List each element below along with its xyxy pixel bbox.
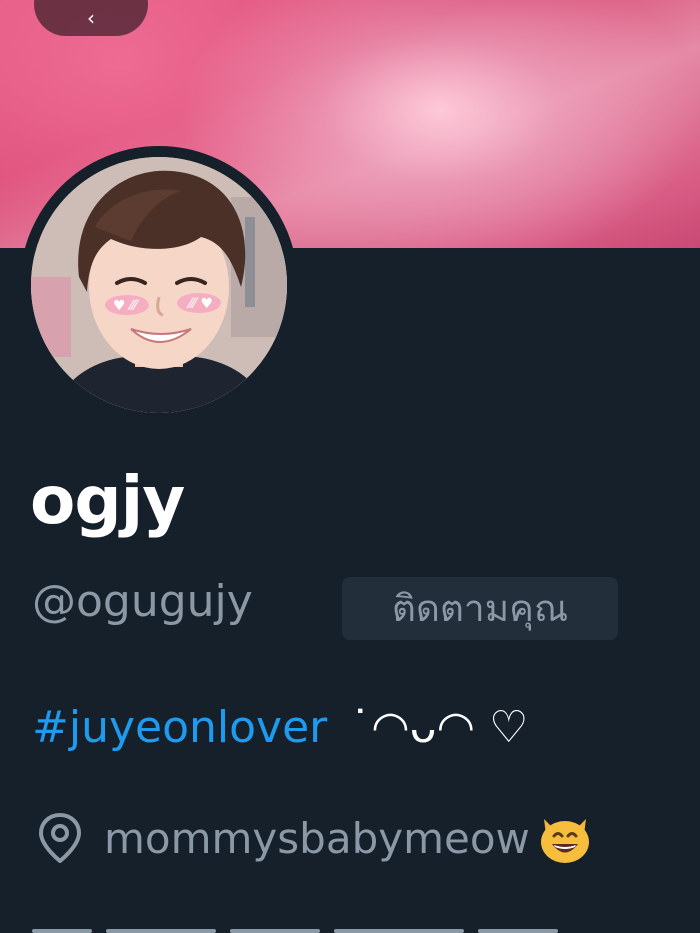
svg-text:♥ ⁄⁄⁄: ♥ ⁄⁄⁄ [113, 298, 140, 314]
location-text: mommysbabymeow [104, 813, 530, 863]
profile-bio: #juyeonlover ˙◠ᴗ◠ ♡ [32, 706, 528, 750]
username-handle: @ogugujy [32, 576, 253, 627]
svg-text:⁄⁄⁄ ♥: ⁄⁄⁄ ♥ [186, 296, 213, 312]
avatar[interactable]: ♥ ⁄⁄⁄ ⁄⁄⁄ ♥ [20, 146, 298, 424]
truncated-next-line [32, 918, 632, 933]
profile-location: mommysbabymeow [32, 808, 594, 868]
grinning-cat-icon [536, 809, 594, 867]
display-name: ogjy [30, 462, 185, 539]
avatar-photo: ♥ ⁄⁄⁄ ⁄⁄⁄ ♥ [31, 157, 287, 413]
back-button[interactable]: ‹ [34, 0, 148, 36]
location-pin-icon [32, 810, 88, 866]
bio-hashtag-link[interactable]: #juyeonlover [32, 702, 327, 753]
back-arrow-icon: ‹ [87, 6, 95, 30]
follows-you-badge: ติดตามคุณ [342, 577, 618, 640]
bio-kaomoji: ˙◠ᴗ◠ ♡ [349, 702, 529, 753]
